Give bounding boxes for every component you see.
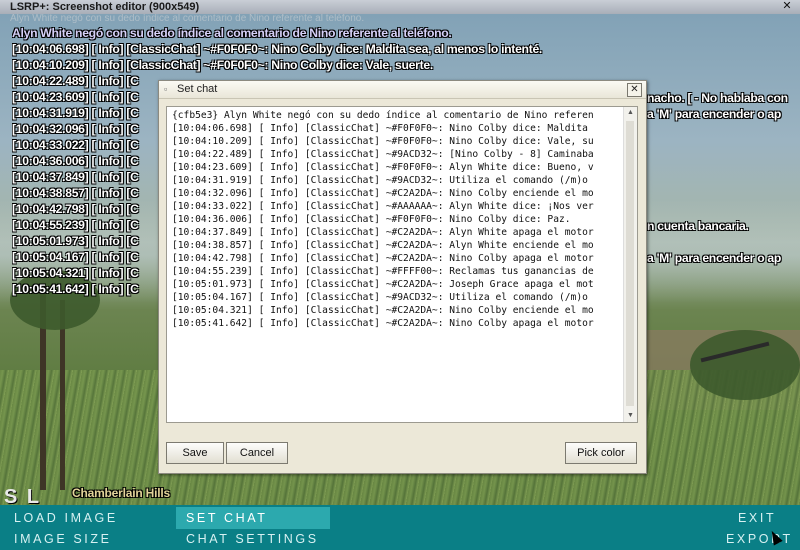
chat-text-line: [10:04:42.798] [ Info] [ClassicChat] ~#C…: [172, 253, 594, 264]
chat-line-fragment: a 'M' para encender o ap: [647, 107, 782, 121]
chat-text-area[interactable]: {cfb5e3} Alyn White negó con su dedo índ…: [166, 106, 638, 423]
chat-text-line: [10:04:23.609] [ Info] [ClassicChat] ~#F…: [172, 162, 594, 173]
scroll-down-icon[interactable]: ▼: [624, 410, 637, 422]
dialog-titlebar: ▫ Set chat ✕: [159, 81, 646, 99]
radar-fragment: S L: [4, 486, 42, 505]
close-icon[interactable]: ✕: [780, 0, 794, 13]
chat-line: [10:04:06.698] [ Info] [ClassicChat] ~#F…: [12, 42, 543, 56]
window-title: LSRP+: Screenshot editor (900x549): [10, 1, 200, 13]
chat-text-line: [10:04:31.919] [ Info] [ClassicChat] ~#9…: [172, 175, 588, 186]
pick-color-button[interactable]: Pick color: [565, 442, 637, 464]
close-icon[interactable]: ✕: [627, 83, 642, 97]
chat-line: [10:04:10.209] [ Info] [ClassicChat] ~#F…: [12, 58, 433, 72]
chat-text-line: [10:05:04.321] [ Info] [ClassicChat] ~#C…: [172, 305, 594, 316]
ghost-chat-line: Alyn White negó con su dedo índice al co…: [10, 14, 365, 24]
chat-text-line: [10:05:01.973] [ Info] [ClassicChat] ~#C…: [172, 279, 594, 290]
set-chat-button[interactable]: SET CHAT: [176, 507, 330, 529]
chat-text-line: [10:04:22.489] [ Info] [ClassicChat] ~#9…: [172, 149, 594, 160]
dialog-title: Set chat: [177, 83, 218, 95]
window-icon: ▫: [164, 84, 168, 94]
chat-text-line: [10:05:04.167] [ Info] [ClassicChat] ~#9…: [172, 292, 588, 303]
chat-line-fragment: n cuenta bancaria.: [647, 219, 749, 233]
exit-button[interactable]: EXIT: [738, 507, 776, 529]
bottom-menu-bar: LOAD IMAGE IMAGE SIZE SET CHAT CHAT SETT…: [0, 505, 800, 550]
chat-text-line: [10:04:06.698] [ Info] [ClassicChat] ~#F…: [172, 123, 588, 134]
vertical-scrollbar[interactable]: ▲ ▼: [623, 107, 637, 422]
chat-text-line: [10:05:41.642] [ Info] [ClassicChat] ~#C…: [172, 318, 594, 329]
load-image-button[interactable]: LOAD IMAGE: [14, 507, 118, 529]
scroll-up-icon[interactable]: ▲: [624, 107, 637, 119]
window-titlebar: LSRP+: Screenshot editor (900x549) ✕: [0, 0, 800, 14]
tree-foliage: [690, 330, 800, 400]
export-button[interactable]: EXPORT: [726, 528, 793, 550]
chat-text-line: [10:04:33.022] [ Info] [ClassicChat] ~#A…: [172, 201, 594, 212]
scroll-thumb[interactable]: [626, 121, 634, 406]
chat-text-line: {cfb5e3} Alyn White negó con su dedo índ…: [172, 110, 594, 121]
chat-line-fragment: a 'M' para encender o ap: [647, 251, 782, 265]
chat-text-line: [10:04:55.239] [ Info] [ClassicChat] ~#F…: [172, 266, 594, 277]
chat-text-line: [10:04:38.857] [ Info] [ClassicChat] ~#C…: [172, 240, 594, 251]
chat-text-line: [10:04:37.849] [ Info] [ClassicChat] ~#C…: [172, 227, 594, 238]
chat-text-line: [10:04:36.006] [ Info] [ClassicChat] ~#F…: [172, 214, 571, 225]
chat-line: Alyn White negó con su dedo índice al co…: [12, 26, 452, 40]
chat-text-line: [10:04:10.209] [ Info] [ClassicChat] ~#F…: [172, 136, 594, 147]
location-label: Chamberlain Hills: [72, 486, 170, 500]
set-chat-dialog: ▫ Set chat ✕ {cfb5e3} Alyn White negó co…: [158, 80, 647, 474]
chat-line-fragment: nacho. [ - No hablaba con: [647, 91, 788, 105]
chat-text-line: [10:04:32.096] [ Info] [ClassicChat] ~#C…: [172, 188, 594, 199]
cancel-button[interactable]: Cancel: [226, 442, 288, 464]
image-size-button[interactable]: IMAGE SIZE: [14, 528, 112, 550]
chat-settings-button[interactable]: CHAT SETTINGS: [186, 528, 319, 550]
save-button[interactable]: Save: [166, 442, 224, 464]
